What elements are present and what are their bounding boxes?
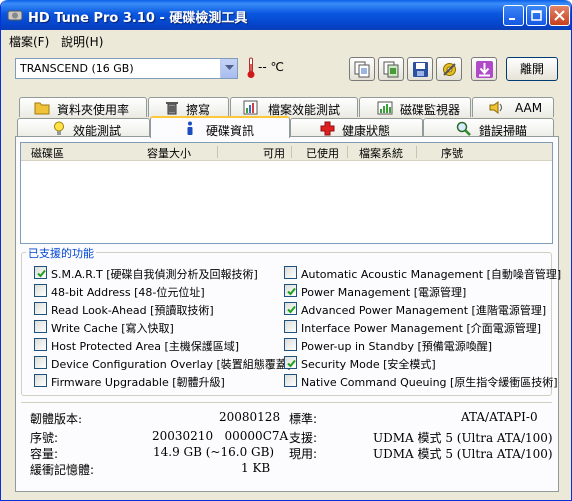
feature-label: Power Management [電源管理] [301, 286, 467, 299]
close-button[interactable] [549, 5, 570, 26]
serial-label: 序號: [30, 431, 59, 445]
column-divider[interactable] [217, 146, 218, 158]
minimize-button[interactable] [503, 5, 524, 26]
tab-label: AAM [515, 101, 543, 115]
checkbox[interactable] [34, 374, 47, 387]
feature-label: Security Mode [安全模式] [301, 358, 436, 371]
capacity-value: 14.9 GB (~16.0 GB) [153, 445, 275, 459]
checkbox[interactable] [34, 320, 47, 333]
app-icon [7, 8, 23, 22]
feature-label: 48-bit Address [48-位元位址] [51, 286, 205, 299]
column-divider[interactable] [347, 146, 348, 158]
partition-list[interactable]: 磁碟區 容量大小 可用 已使用 檔案系統 序號 [20, 142, 553, 244]
speaker-icon [489, 100, 505, 118]
column-header-serial[interactable]: 序號 [441, 145, 463, 161]
standard-value: ATA/ATAPI-0 [461, 410, 538, 424]
maximize-button[interactable] [526, 5, 547, 26]
checkbox[interactable] [34, 266, 47, 279]
buffer-value: 1 KB [241, 461, 271, 475]
column-divider[interactable] [416, 146, 417, 158]
feature-label: Write Cache [寫入快取] [51, 322, 174, 335]
feature-label: S.M.A.R.T [硬碟自我偵測分析及回報技術] [51, 268, 258, 281]
partition-list-header: 磁碟區 容量大小 可用 已使用 檔案系統 序號 [21, 143, 552, 161]
title-bar[interactable]: HD Tune Pro 3.10 - 硬碟檢測工具 [1, 0, 571, 30]
supported-mode-value: UDMA 模式 5 (Ultra ATA/100) [373, 431, 553, 445]
serial-value: 20030210 00000C7A [152, 429, 289, 443]
tab-benchmark[interactable]: 效能測試 [17, 118, 150, 138]
tab-file-benchmark[interactable]: 檔案效能測試 [230, 97, 358, 117]
column-header-free[interactable]: 可用 [263, 145, 285, 161]
tab-label: 磁碟監視器 [400, 103, 461, 117]
feature-label: Device Configuration Overlay [裝置組態覆蓋] [51, 358, 292, 371]
checkbox[interactable] [34, 284, 47, 297]
copy-screenshot-button[interactable] [378, 57, 404, 81]
tab-folder-usage[interactable]: 資料夾使用率 [19, 97, 147, 117]
checkbox[interactable] [284, 266, 297, 279]
column-header-capacity[interactable]: 容量大小 [147, 145, 191, 161]
supported-mode-label: 支援: [289, 431, 318, 445]
column-header-used[interactable]: 已使用 [306, 145, 339, 161]
menu-help[interactable]: 說明(H) [61, 33, 103, 50]
active-mode-value: UDMA 模式 5 (Ultra ATA/100) [373, 447, 553, 461]
tab-disk-monitor[interactable]: 磁碟監視器 [359, 97, 471, 117]
temperature-readout: -- ℃ [258, 60, 284, 74]
column-header-filesystem[interactable]: 檔案系統 [359, 145, 403, 161]
feature-label: Firmware Upgradable [韌體升級] [51, 376, 225, 389]
toolbar: TRANSCEND (16 GB) -- ℃ 離開 [1, 50, 571, 94]
drive-select-value: TRANSCEND (16 GB) [20, 62, 134, 75]
app-window: HD Tune Pro 3.10 - 硬碟檢測工具 檔案(F) 說明(H) TR… [0, 0, 572, 501]
tab-aam[interactable]: AAM [472, 97, 554, 117]
feature-label: Read Look-Ahead [預讀取技術] [51, 304, 214, 317]
options-button[interactable] [436, 57, 462, 81]
tab-erase[interactable]: 擦寫 [148, 97, 229, 117]
drive-select[interactable]: TRANSCEND (16 GB) [15, 58, 238, 79]
firmware-label: 韌體版本: [30, 412, 83, 426]
checkbox[interactable] [284, 374, 297, 387]
save-button[interactable] [407, 57, 433, 81]
feature-label: Automatic Acoustic Management [自動噪音管理] [301, 268, 562, 281]
folder-icon [34, 100, 50, 118]
checkbox[interactable] [284, 284, 297, 297]
monitor-chart-icon [377, 100, 393, 118]
active-mode-label: 現用: [289, 447, 318, 461]
feature-label: Interface Power Management [介面電源管理] [301, 322, 542, 335]
checkbox[interactable] [284, 338, 297, 351]
column-header-volume[interactable]: 磁碟區 [31, 145, 64, 161]
download-button[interactable] [471, 57, 497, 81]
checkbox[interactable] [284, 320, 297, 333]
checkbox[interactable] [34, 356, 47, 369]
supported-features-legend: 已支援的功能 [26, 245, 96, 261]
buffer-label: 緩衝記憶體: [30, 463, 95, 477]
tab-label: 資料夾使用率 [57, 103, 130, 117]
chevron-down-icon[interactable] [220, 59, 237, 78]
menu-file[interactable]: 檔案(F) [9, 33, 49, 50]
thermometer-icon [247, 57, 255, 82]
tab-label: 硬碟資訊 [206, 124, 255, 138]
exit-button[interactable]: 離開 [506, 57, 558, 81]
tab-error-scan[interactable]: 錯誤掃瞄 [423, 118, 554, 138]
checkbox[interactable] [284, 356, 297, 369]
feature-label: Power-up in Standby [預備電源喚醒] [301, 340, 493, 353]
checkbox[interactable] [284, 302, 297, 315]
capacity-label: 容量: [30, 447, 59, 461]
feature-label: Native Command Queuing [原生指令緩衝區技術] [301, 376, 558, 389]
feature-label: Host Protected Area [主機保護區域] [51, 340, 240, 353]
tab-info[interactable]: 硬碟資訊 [150, 116, 290, 138]
copy-text-button[interactable] [349, 57, 375, 81]
column-divider[interactable] [291, 146, 292, 158]
menu-bar: 檔案(F) 說明(H) [1, 30, 571, 50]
firmware-value: 20080128 [219, 410, 281, 424]
feature-label: Advanced Power Management [進階電源管理] [301, 304, 547, 317]
drive-info: 韌體版本: 20080128 序號: 20030210 00000C7A 容量:… [21, 402, 553, 486]
checkbox[interactable] [34, 302, 47, 315]
window-title: HD Tune Pro 3.10 - 硬碟檢測工具 [28, 11, 248, 26]
checkbox[interactable] [34, 338, 47, 351]
standard-label: 標準: [289, 412, 318, 426]
tab-health[interactable]: 健康狀態 [290, 118, 423, 138]
info-icon [184, 121, 196, 139]
